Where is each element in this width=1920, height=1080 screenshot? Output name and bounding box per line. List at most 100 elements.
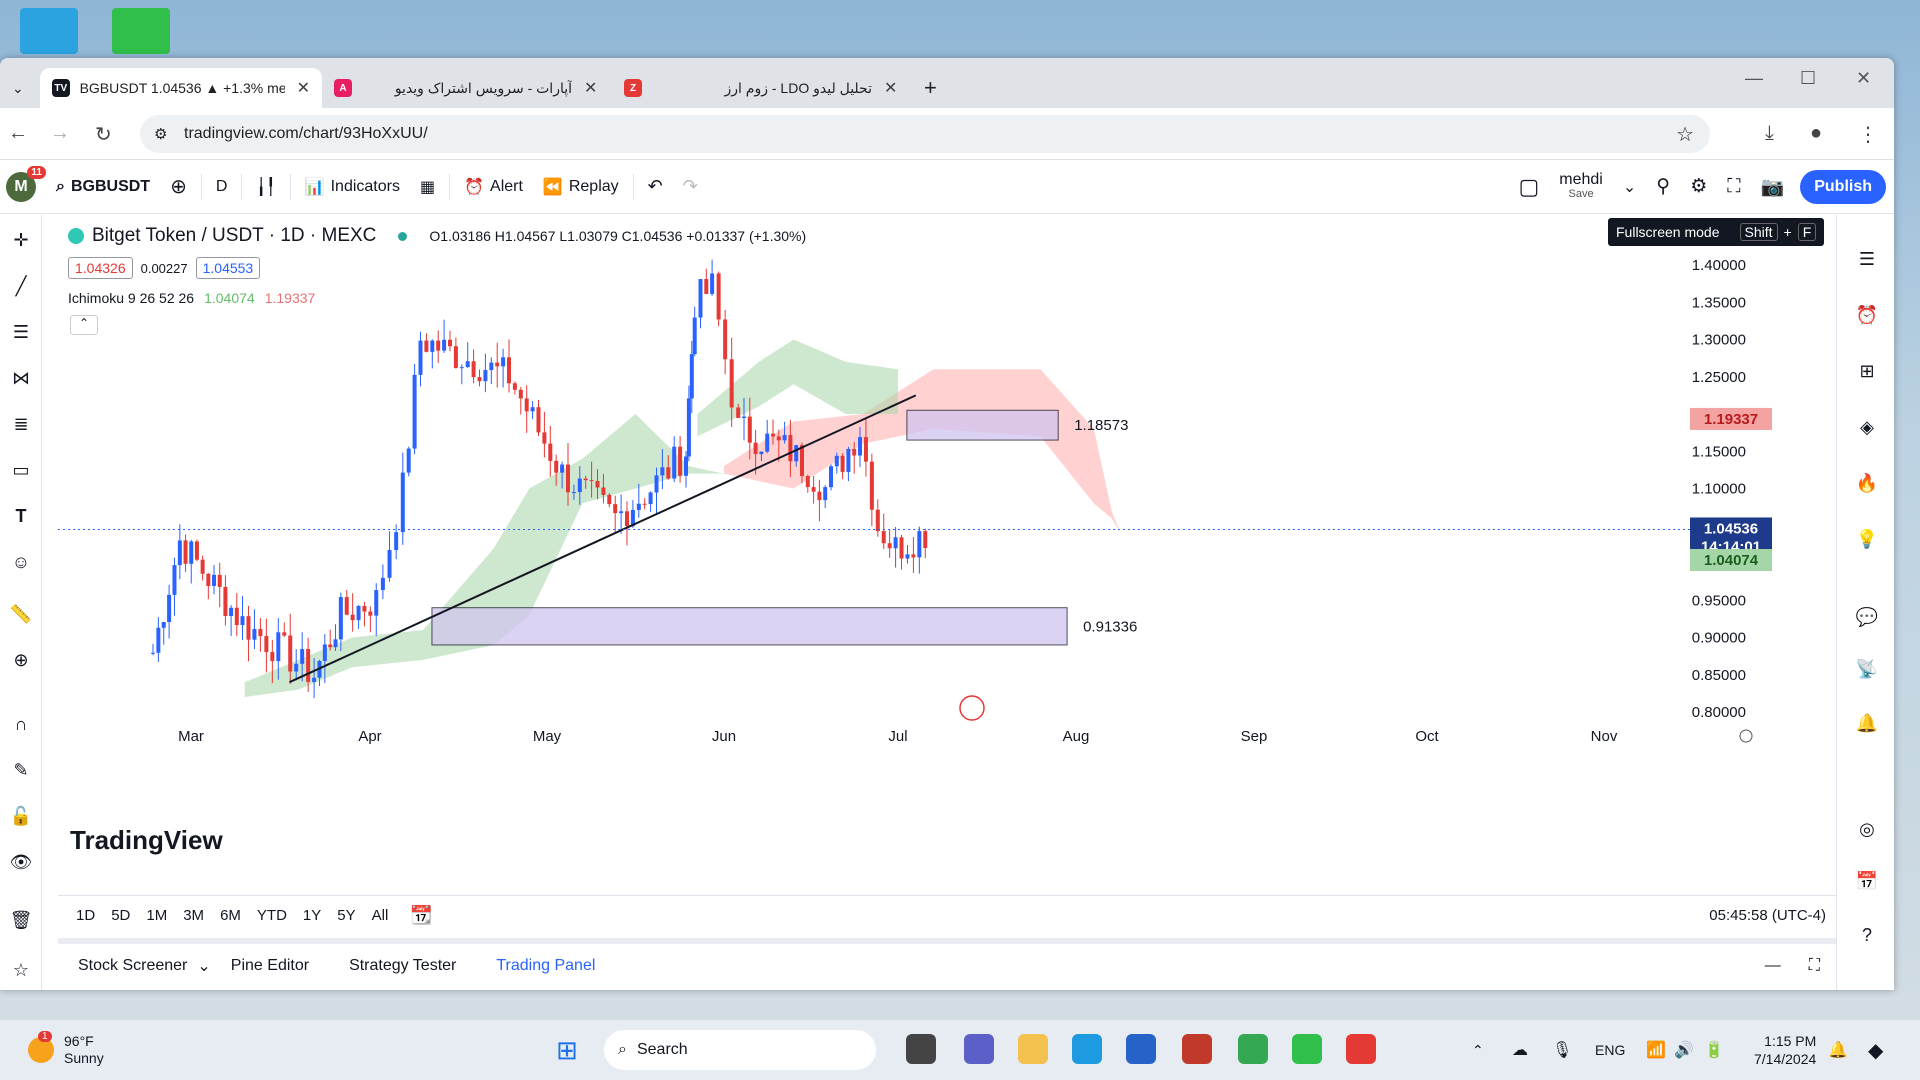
- red-app-icon[interactable]: [1346, 1034, 1376, 1064]
- folder-icon[interactable]: [1018, 1034, 1048, 1064]
- text-icon[interactable]: T: [8, 503, 34, 529]
- ideas-icon[interactable]: 💡: [1853, 525, 1881, 553]
- tab-list-button[interactable]: ⌄: [0, 68, 40, 108]
- range-6m[interactable]: 6M: [220, 907, 241, 924]
- candle-type-icon[interactable]: ╽╿: [246, 177, 285, 197]
- trendline-icon[interactable]: ╱: [8, 273, 34, 299]
- hotlist-icon[interactable]: 🔥: [1853, 469, 1881, 497]
- green-app-icon[interactable]: [1292, 1034, 1322, 1064]
- zoom-in-icon[interactable]: ⊕: [8, 647, 34, 673]
- layout-select-icon[interactable]: ▢: [1508, 174, 1549, 200]
- chat-icon[interactable]: 💬: [1853, 603, 1881, 631]
- wifi-icon[interactable]: 📶: [1646, 1040, 1666, 1060]
- cloud-icon[interactable]: ☁: [1512, 1040, 1528, 1060]
- notifications-icon[interactable]: 🔔: [1853, 709, 1881, 737]
- watchlist-icon[interactable]: ☰: [1853, 245, 1881, 273]
- clock-widget[interactable]: 1:15 PM 7/14/2024: [1754, 1032, 1816, 1068]
- object-tree-icon[interactable]: ⊞: [1853, 357, 1881, 385]
- teams-icon[interactable]: [964, 1034, 994, 1064]
- site-info-icon[interactable]: ⚙: [154, 125, 167, 143]
- chrome-icon[interactable]: [1238, 1034, 1268, 1064]
- forward-icon[interactable]: →: [50, 122, 70, 145]
- help-icon[interactable]: ?: [1853, 921, 1881, 949]
- microphone-icon[interactable]: 🎙: [1552, 1040, 1572, 1060]
- symbol-search[interactable]: ⌕ BGBUSDT: [46, 178, 160, 196]
- close-icon[interactable]: ✕: [884, 78, 897, 98]
- pattern-icon[interactable]: ⋈: [8, 365, 34, 391]
- download-icon[interactable]: ⤓: [1765, 122, 1774, 145]
- layout-save-button[interactable]: mehdi Save: [1549, 172, 1613, 200]
- goto-date-icon[interactable]: 📆: [410, 905, 432, 926]
- lock-icon[interactable]: 🔓: [8, 803, 34, 829]
- bookmark-star-icon[interactable]: ☆: [1676, 122, 1694, 147]
- maximize-icon[interactable]: ☐: [1800, 68, 1816, 89]
- chevron-up-icon[interactable]: ⌃: [1472, 1042, 1484, 1059]
- range-1y[interactable]: 1Y: [303, 907, 321, 924]
- pencil-lock-icon[interactable]: ✎: [8, 757, 34, 783]
- streams-icon[interactable]: 📡: [1853, 655, 1881, 683]
- notification-bell-icon[interactable]: 🔔: [1828, 1040, 1848, 1060]
- app-icon[interactable]: [1182, 1034, 1212, 1064]
- chart-area[interactable]: 1.18573 0.91336 1.40000 1.35000 1.30000 1.250…: [58, 215, 1836, 905]
- clock[interactable]: 05:45:58 (UTC-4): [1709, 907, 1826, 924]
- replay-button[interactable]: ⏪ Replay: [533, 177, 629, 197]
- volume-icon[interactable]: 🔊: [1674, 1040, 1694, 1060]
- chart-canvas[interactable]: 1.18573 0.91336 1.40000 1.35000 1.30000 1.250…: [58, 215, 1836, 905]
- tab-strategy-tester[interactable]: Strategy Tester: [349, 957, 456, 975]
- interval-button[interactable]: D: [206, 178, 238, 196]
- language[interactable]: ENG: [1595, 1042, 1625, 1058]
- publish-button[interactable]: Publish: [1800, 169, 1886, 204]
- alert-button[interactable]: ⏰ Alert: [454, 177, 533, 197]
- minimize-icon[interactable]: —: [1745, 68, 1763, 89]
- settings-gear-icon[interactable]: ⚙: [1680, 175, 1717, 198]
- range-1d[interactable]: 1D: [76, 907, 95, 924]
- fib-icon[interactable]: ≣: [8, 411, 34, 437]
- profile-icon[interactable]: ●: [1810, 122, 1822, 145]
- bid-price[interactable]: 1.04326: [68, 257, 133, 279]
- indicators-button[interactable]: 📊 Indicators: [295, 177, 410, 197]
- taskbar-search[interactable]: ⌕ Search: [604, 1030, 876, 1070]
- reload-icon[interactable]: ↻: [95, 122, 112, 147]
- gauge-icon[interactable]: ◎: [1853, 815, 1881, 843]
- ruler-icon[interactable]: 📏: [8, 601, 34, 627]
- battery-icon[interactable]: 🔋: [1704, 1040, 1724, 1060]
- range-5y[interactable]: 5Y: [337, 907, 355, 924]
- tab-pine-editor[interactable]: Pine Editor: [231, 957, 309, 975]
- alarm-clock-icon[interactable]: ⏰: [1853, 301, 1881, 329]
- menu-icon[interactable]: ⋮: [1858, 122, 1878, 147]
- tab-trading-panel[interactable]: Trading Panel: [496, 957, 595, 975]
- compare-symbol-icon[interactable]: ⊕: [160, 174, 197, 199]
- quick-search-icon[interactable]: ⚲: [1646, 175, 1680, 198]
- star-icon[interactable]: ☆: [8, 957, 34, 983]
- close-icon[interactable]: ✕: [584, 78, 597, 98]
- shape-icon[interactable]: ▭: [8, 457, 34, 483]
- new-tab-button[interactable]: +: [912, 68, 949, 108]
- fullscreen-icon[interactable]: ⛶: [1717, 176, 1750, 198]
- copilot-icon[interactable]: ◆: [1868, 1038, 1883, 1063]
- horizontal-lines-icon[interactable]: ☰: [8, 319, 34, 345]
- chevron-down-icon[interactable]: ⌄: [197, 956, 210, 976]
- ask-price[interactable]: 1.04553: [195, 257, 261, 279]
- collapse-legend-icon[interactable]: ⌃: [70, 315, 98, 335]
- range-5d[interactable]: 5D: [111, 907, 130, 924]
- tab-zoomarz[interactable]: Z تحلیل لیدو LDO - زوم ارز ✕: [612, 68, 912, 108]
- store-icon[interactable]: [1126, 1034, 1156, 1064]
- weather-widget[interactable]: 1 96°F Sunny: [28, 1031, 104, 1067]
- tab-stock-screener[interactable]: Stock Screener: [78, 957, 187, 975]
- tab-tradingview[interactable]: TV BGBUSDT 1.04536 ▲ +1.3% me ✕: [40, 68, 322, 108]
- range-1m[interactable]: 1M: [146, 907, 167, 924]
- templates-icon[interactable]: ▦: [410, 177, 445, 197]
- camera-icon[interactable]: 📷: [1751, 175, 1795, 199]
- maximize-panel-icon[interactable]: ⛶: [1809, 957, 1820, 975]
- close-icon[interactable]: ✕: [297, 78, 310, 98]
- range-ytd[interactable]: YTD: [257, 907, 287, 924]
- chevron-down-icon[interactable]: ⌄: [1613, 177, 1646, 197]
- redo-icon[interactable]: ↷: [673, 176, 708, 197]
- trash-icon[interactable]: 🗑: [8, 907, 34, 933]
- eye-icon[interactable]: 👁: [8, 849, 34, 875]
- calendar-icon[interactable]: 📅: [1853, 867, 1881, 895]
- avatar[interactable]: M 11: [6, 165, 46, 202]
- crosshair-icon[interactable]: ✛: [8, 227, 34, 253]
- emoji-icon[interactable]: ☺: [8, 549, 34, 575]
- range-all[interactable]: All: [372, 907, 389, 924]
